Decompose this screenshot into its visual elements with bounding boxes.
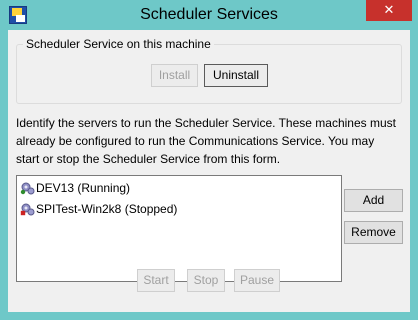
gear-icon — [20, 203, 35, 216]
start-button[interactable]: Start — [137, 269, 175, 292]
uninstall-button[interactable]: Uninstall — [204, 64, 268, 87]
close-button[interactable]: ✕ — [366, 0, 412, 21]
gear-icon — [20, 182, 35, 195]
window-title: Scheduler Services — [140, 6, 278, 23]
server-label: SPITest-Win2k8 (Stopped) — [36, 202, 178, 216]
title-bar[interactable]: Scheduler Services ✕ — [0, 0, 418, 30]
scheduler-services-window: Scheduler Services ✕ Scheduler Service o… — [0, 0, 418, 320]
description-text: Identify the servers to run the Schedule… — [16, 114, 406, 168]
stop-button[interactable]: Stop — [187, 269, 225, 292]
client-area: Scheduler Service on this machine Instal… — [8, 30, 410, 312]
pause-button[interactable]: Pause — [234, 269, 280, 292]
server-list[interactable]: DEV13 (Running) SPITest-Win2k8 (Stopped) — [16, 175, 342, 282]
close-icon: ✕ — [383, 2, 395, 17]
remove-server-button[interactable]: Remove — [344, 221, 403, 244]
description-line-2: already be configured to run the Communi… — [16, 134, 375, 148]
local-service-group-legend: Scheduler Service on this machine — [23, 37, 214, 51]
description-line-3: start or stop the Scheduler Service from… — [16, 152, 281, 166]
description-line-1: Identify the servers to run the Schedule… — [16, 116, 396, 130]
install-button[interactable]: Install — [151, 64, 198, 87]
add-server-button[interactable]: Add — [344, 189, 403, 212]
server-label: DEV13 (Running) — [36, 181, 131, 195]
